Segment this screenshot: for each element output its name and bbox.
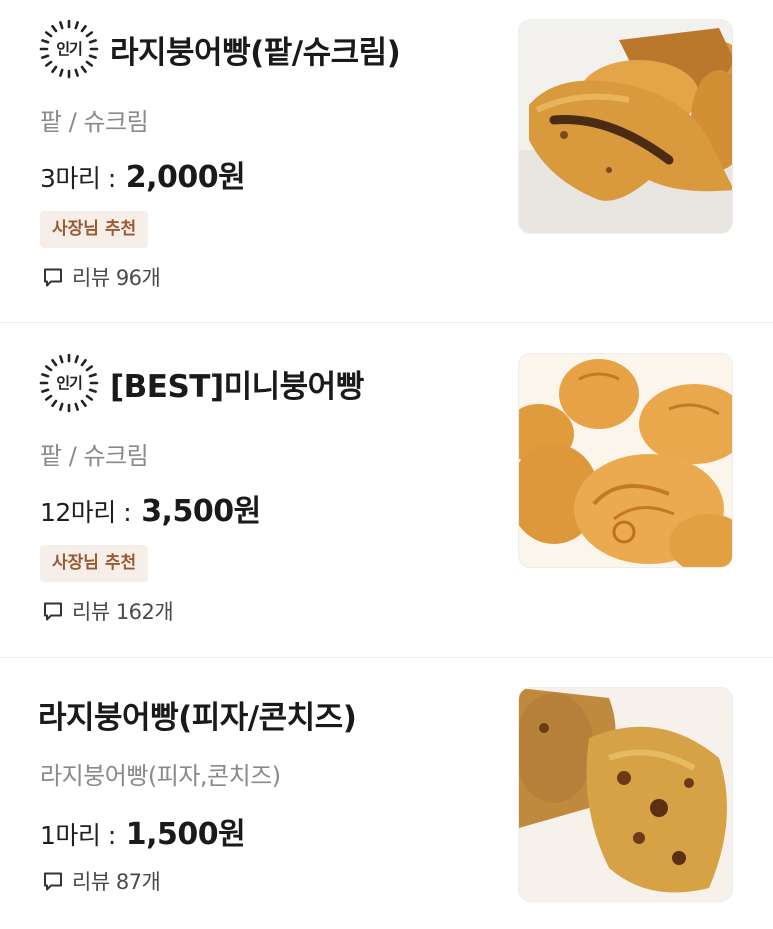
quantity-label: 12마리 : xyxy=(40,498,132,527)
item-name: 라지붕어빵(팥/슈크림) xyxy=(110,34,401,71)
menu-list: 인기 라지붕어빵(팥/슈크림) 팥 / 슈크림 3마리 : 2,000원 사장님… xyxy=(0,0,773,929)
bungeoppang-photo xyxy=(518,19,733,234)
owner-recommend-badge: 사장님 추천 xyxy=(40,211,149,248)
review-count: 리뷰 96개 xyxy=(72,266,161,290)
review-count: 리뷰 87개 xyxy=(72,870,161,894)
price-row: 1마리 : 1,500원 xyxy=(40,809,246,853)
item-description: 라지붕어빵(피자,콘치즈) xyxy=(40,762,281,790)
pizza-bungeoppang-photo xyxy=(518,687,733,902)
review-count: 리뷰 162개 xyxy=(72,600,174,624)
title-row: 라지붕어빵(피자/콘치즈) xyxy=(38,692,357,737)
quantity-label: 1마리 : xyxy=(40,821,116,850)
price-row: 3마리 : 2,000원 xyxy=(40,152,246,196)
review-row: 리뷰 96개 xyxy=(42,262,161,292)
review-row: 리뷰 87개 xyxy=(42,866,161,896)
title-row: 인기 라지붕어빵(팥/슈크림) xyxy=(38,18,401,80)
popular-badge: 인기 xyxy=(38,352,100,414)
title-row: 인기 [BEST]미니붕어빵 xyxy=(38,352,364,414)
quantity-label: 3마리 : xyxy=(40,164,116,193)
speech-bubble-icon xyxy=(44,602,62,621)
item-description: 팥 / 슈크림 xyxy=(40,108,149,136)
price-row: 12마리 : 3,500원 xyxy=(40,486,261,530)
popular-badge: 인기 xyxy=(38,18,100,80)
item-name: 라지붕어빵(피자/콘치즈) xyxy=(38,700,357,736)
item-description: 팥 / 슈크림 xyxy=(40,442,149,470)
menu-item-large-pizza[interactable]: 라지붕어빵(피자/콘치즈) 라지붕어빵(피자,콘치즈) 1마리 : 1,500원… xyxy=(0,658,773,929)
speech-bubble-icon xyxy=(44,872,62,891)
mini-bungeoppang-photo xyxy=(518,353,733,568)
speech-bubble-icon xyxy=(44,268,62,287)
menu-item-mini[interactable]: 인기 [BEST]미니붕어빵 팥 / 슈크림 12마리 : 3,500원 사장님… xyxy=(0,323,773,658)
price-value: 3,500원 xyxy=(141,494,261,529)
popular-badge-label: 인기 xyxy=(56,40,83,58)
owner-recommend-badge: 사장님 추천 xyxy=(40,545,149,582)
price-value: 2,000원 xyxy=(125,160,246,195)
popular-badge-label: 인기 xyxy=(56,374,83,392)
price-value: 1,500원 xyxy=(125,817,246,852)
item-name: [BEST]미니붕어빵 xyxy=(110,368,364,405)
menu-item-large-red-bean[interactable]: 인기 라지붕어빵(팥/슈크림) 팥 / 슈크림 3마리 : 2,000원 사장님… xyxy=(0,0,773,323)
review-row: 리뷰 162개 xyxy=(42,596,174,626)
